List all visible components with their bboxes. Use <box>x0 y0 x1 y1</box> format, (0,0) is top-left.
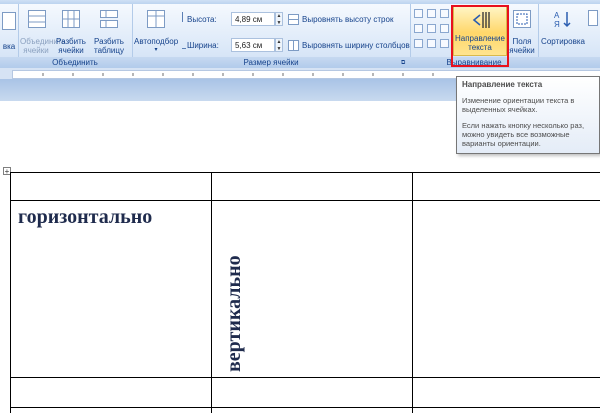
height-label: Высота: <box>187 15 217 24</box>
align-middle-center-button[interactable] <box>427 24 436 33</box>
split-cells-label: Разбить ячейки <box>56 37 86 55</box>
cell-margins-label: Поля ячейки <box>509 37 535 55</box>
table-border-top <box>10 172 600 173</box>
distribute-cols-label: Выровнять ширину столбцов <box>302 41 410 50</box>
split-table-icon <box>100 10 118 28</box>
alignment-buttons <box>414 9 450 53</box>
ribbon-group-data: АЯ Сортировка <box>538 4 600 68</box>
distribute-rows-button[interactable]: Выровнять высоту строк <box>288 13 408 26</box>
tooltip-title: Направление текста <box>462 80 543 89</box>
autofit-dropdown-icon: ▾ <box>154 47 158 53</box>
table-cell-vertical-text[interactable]: вертикально <box>223 255 246 372</box>
autofit-button[interactable]: Автоподбор ▾ <box>134 6 178 56</box>
table-row-divider <box>10 377 600 378</box>
align-middle-left-button[interactable] <box>414 24 423 33</box>
ribbon: вка Объединить ячейки Разбить ячейки Раз… <box>0 4 600 69</box>
data-group-label <box>538 57 600 68</box>
width-icon <box>182 39 186 49</box>
ribbon-group-merge: Объединить ячейки Разбить ячейки Разбить… <box>18 4 133 68</box>
cell-size-dialog-launcher-icon[interactable]: ⧉ <box>401 60 408 67</box>
split-cells-button[interactable]: Разбить ячейки <box>54 6 88 56</box>
sort-label: Сортировка <box>541 37 585 46</box>
align-top-right-button[interactable] <box>440 9 449 18</box>
svg-text:Я: Я <box>554 20 560 28</box>
autofit-icon <box>147 10 165 28</box>
table-row-divider <box>10 407 600 408</box>
table-cell-horizontal-text[interactable]: горизонтально <box>18 206 152 229</box>
insert-icon <box>2 12 16 30</box>
svg-text:А: А <box>554 11 560 20</box>
tooltip-hint: Если нажать кнопку несколько раз, можно … <box>462 121 585 148</box>
align-bottom-center-button[interactable] <box>427 39 436 48</box>
split-table-label: Разбить таблицу <box>94 37 124 55</box>
table-column-divider <box>10 172 11 413</box>
align-top-center-button[interactable] <box>427 9 436 18</box>
split-table-button[interactable]: Разбить таблицу <box>90 6 128 56</box>
table-row-divider <box>10 200 600 201</box>
partial-button-label[interactable]: вка <box>0 42 18 51</box>
cell-size-group-label: Размер ячейки <box>132 57 410 68</box>
table-column-divider <box>412 172 413 413</box>
align-bottom-right-button[interactable] <box>440 39 449 48</box>
distribute-rows-label: Выровнять высоту строк <box>302 15 394 24</box>
data-more-icon[interactable] <box>588 10 598 26</box>
merge-cells-label: Объединить ячейки <box>20 37 66 55</box>
sort-icon: АЯ <box>554 11 571 28</box>
highlight-box <box>451 5 509 67</box>
distribute-cols-button[interactable]: Выровнять ширину столбцов <box>288 39 410 52</box>
height-field[interactable]: 4,89 см <box>231 12 275 26</box>
ribbon-group-partial: вка <box>0 4 19 68</box>
align-bottom-left-button[interactable] <box>414 39 423 48</box>
width-label: Ширина: <box>187 41 219 50</box>
distribute-rows-icon <box>288 14 299 25</box>
width-field[interactable]: 5,63 см <box>231 38 275 52</box>
height-spinner[interactable]: ▲ ▼ <box>275 12 283 26</box>
split-cells-icon <box>62 10 80 28</box>
partial-group-label <box>0 57 18 68</box>
ribbon-group-cell-size: Автоподбор ▾ Высота: 4,89 см ▲ ▼ Ширина: … <box>132 4 411 68</box>
merge-cells-button[interactable]: Объединить ячейки <box>20 6 66 56</box>
tooltip-description: Изменение ориентации текста в выделенных… <box>462 96 575 114</box>
merge-group-label: Объединить <box>18 57 132 68</box>
distribute-cols-icon <box>288 40 299 51</box>
align-middle-right-button[interactable] <box>440 24 449 33</box>
sort-button[interactable]: АЯ Сортировка <box>540 6 586 56</box>
cell-margins-icon <box>513 10 531 28</box>
text-direction-tooltip: Направление текста Изменение ориентации … <box>456 76 600 154</box>
cell-margins-button[interactable]: Поля ячейки <box>508 6 536 56</box>
autofit-label: Автоподбор <box>134 37 179 46</box>
table-column-divider <box>211 172 212 413</box>
merge-cells-icon <box>28 10 46 28</box>
align-top-left-button[interactable] <box>414 9 423 18</box>
width-spinner[interactable]: ▲ ▼ <box>275 38 283 52</box>
